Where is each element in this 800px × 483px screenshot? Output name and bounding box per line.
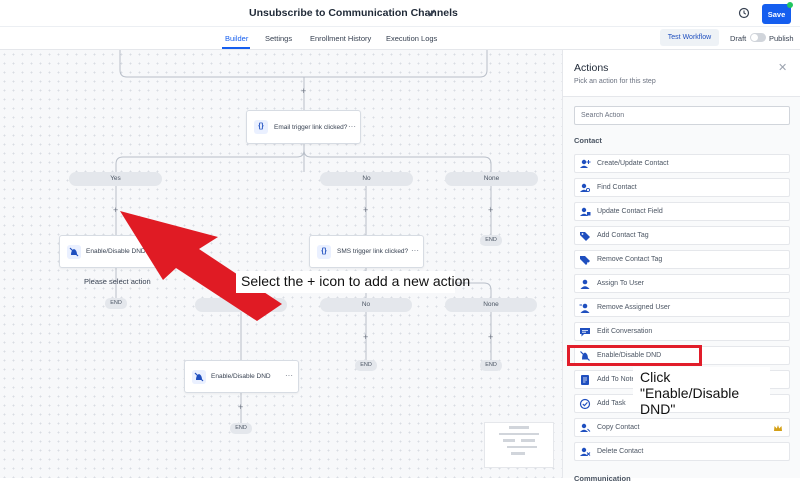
- task-icon: [579, 398, 591, 410]
- tab-builder[interactable]: Builder: [225, 34, 248, 43]
- dnd-node[interactable]: Enable/Disable DND ···: [184, 360, 299, 393]
- save-button[interactable]: Save: [762, 4, 791, 24]
- tab-execution-logs[interactable]: Execution Logs: [386, 34, 437, 43]
- branch-yes[interactable]: Yes: [195, 298, 287, 312]
- highlight-box: [567, 345, 702, 366]
- node-label: SMS trigger link clicked?: [337, 248, 409, 255]
- action-remove-assigned-user[interactable]: Remove Assigned User: [574, 298, 790, 317]
- contact-add-icon: [580, 159, 591, 168]
- add-step-icon[interactable]: +: [363, 333, 368, 342]
- add-step-icon[interactable]: +: [363, 206, 368, 215]
- node-label: Email trigger link clicked?: [274, 124, 348, 131]
- branch-none[interactable]: None: [445, 172, 538, 186]
- tab-enrollment-history[interactable]: Enrollment History: [310, 34, 371, 43]
- publish-label: Publish: [769, 34, 794, 43]
- add-step-icon[interactable]: +: [488, 333, 493, 342]
- find-contact-icon: [580, 183, 591, 193]
- action-label: Assign To User: [597, 280, 644, 287]
- status-dot: [787, 2, 793, 8]
- minimap[interactable]: [484, 422, 554, 468]
- callout-text: Click "Enable/Disable DND": [640, 369, 740, 417]
- action-label: Add Task: [597, 400, 626, 407]
- crown-icon: [774, 425, 782, 431]
- section-contact: Contact: [574, 136, 602, 145]
- select-action-note: Please select action: [84, 277, 151, 286]
- active-tab-indicator: [222, 47, 250, 49]
- more-options-icon[interactable]: ···: [348, 122, 356, 131]
- node-label: Enable/Disable DND: [86, 248, 146, 255]
- tag-remove-icon: [580, 256, 591, 265]
- panel-header: Actions Pick an action for this step ✕: [563, 50, 800, 97]
- draft-label: Draft: [730, 34, 747, 43]
- add-step-icon[interactable]: +: [238, 403, 243, 412]
- action-label: Add Contact Tag: [597, 232, 649, 239]
- action-label: Edit Conversation: [597, 328, 653, 335]
- delete-contact-icon: [580, 447, 591, 456]
- action-label: Remove Contact Tag: [597, 256, 663, 263]
- more-options-icon[interactable]: ···: [285, 371, 293, 380]
- notes-icon: [581, 375, 589, 385]
- publish-toggle[interactable]: [750, 33, 766, 42]
- branch-yes[interactable]: Yes: [69, 172, 162, 186]
- panel-title: Actions: [574, 62, 609, 74]
- action-label: Update Contact Field: [597, 208, 663, 215]
- action-remove-contact-tag[interactable]: Remove Contact Tag: [574, 250, 790, 269]
- pencil-icon[interactable]: [427, 8, 437, 18]
- end-marker: END: [105, 298, 127, 309]
- action-label: Find Contact: [597, 184, 637, 191]
- copy-contact-icon: [580, 423, 591, 432]
- email-trigger-node[interactable]: {} Email trigger link clicked? ···: [246, 110, 361, 144]
- tab-settings[interactable]: Settings: [265, 34, 292, 43]
- dnd-icon: [192, 370, 206, 384]
- add-step-icon[interactable]: +: [488, 206, 493, 215]
- action-update-contact-field[interactable]: Update Contact Field: [574, 202, 790, 221]
- end-marker: END: [230, 423, 252, 434]
- minimap-preview: [499, 426, 539, 455]
- branch-no[interactable]: No: [320, 298, 412, 312]
- top-bar: Unsubscribe to Communication Channels Sa…: [0, 0, 800, 27]
- tab-bar: Builder Settings Enrollment History Exec…: [0, 27, 800, 50]
- close-icon[interactable]: ✕: [778, 61, 787, 74]
- end-marker: END: [355, 360, 377, 371]
- remove-user-icon: [579, 303, 590, 313]
- action-assign-to-user[interactable]: Assign To User: [574, 274, 790, 293]
- section-communication: Communication: [574, 474, 631, 483]
- more-options-icon[interactable]: ···: [411, 246, 419, 255]
- test-workflow-button[interactable]: Test Workflow: [660, 29, 719, 46]
- update-contact-icon: [580, 207, 591, 216]
- sms-trigger-node[interactable]: {} SMS trigger link clicked? ···: [309, 235, 424, 268]
- action-copy-contact[interactable]: Copy Contact: [574, 418, 790, 437]
- action-delete-contact[interactable]: Delete Contact: [574, 442, 790, 461]
- action-label: Copy Contact: [597, 424, 640, 431]
- branch-no[interactable]: No: [320, 172, 413, 186]
- add-step-icon[interactable]: +: [301, 87, 306, 96]
- tag-icon: [580, 232, 590, 241]
- action-label: Remove Assigned User: [597, 304, 671, 311]
- action-edit-conversation[interactable]: Edit Conversation: [574, 322, 790, 341]
- dnd-icon: [67, 245, 81, 259]
- braces-icon: {}: [254, 120, 268, 134]
- end-marker: END: [480, 360, 502, 371]
- braces-icon: {}: [317, 245, 331, 259]
- action-add-contact-tag[interactable]: Add Contact Tag: [574, 226, 790, 245]
- add-step-icon[interactable]: +: [113, 206, 118, 215]
- conversation-icon: [580, 328, 590, 337]
- panel-subtitle: Pick an action for this step: [574, 78, 656, 85]
- dnd-node[interactable]: Enable/Disable DND: [59, 235, 179, 268]
- search-action-input[interactable]: [574, 106, 790, 125]
- action-label: Delete Contact: [597, 448, 644, 455]
- action-create-update-contact[interactable]: Create/Update Contact: [574, 154, 790, 173]
- node-label: Enable/Disable DND: [211, 373, 271, 380]
- action-label: Create/Update Contact: [597, 160, 669, 167]
- assign-user-icon: [580, 279, 590, 289]
- action-find-contact[interactable]: Find Contact: [574, 178, 790, 197]
- history-icon[interactable]: [738, 7, 750, 19]
- annotation-text: Select the + icon to add a new action: [241, 273, 471, 289]
- workflow-canvas[interactable]: + {} Email trigger link clicked? ··· Yes…: [0, 50, 562, 478]
- branch-none[interactable]: None: [445, 298, 537, 312]
- end-marker: END: [480, 235, 502, 246]
